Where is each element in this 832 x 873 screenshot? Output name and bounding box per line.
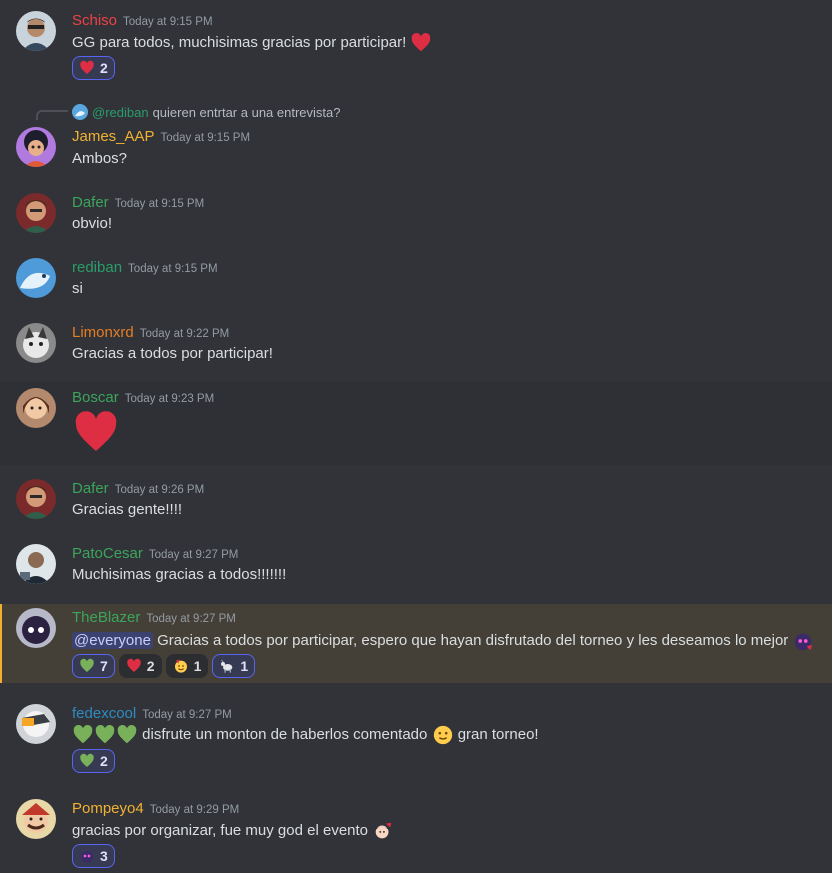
- username[interactable]: Limonxrd: [72, 324, 134, 341]
- message-text: GG para todos, muchisimas gracias por pa…: [72, 33, 407, 51]
- message-content: GG para todos, muchisimas gracias por pa…: [72, 32, 432, 54]
- timestamp: Today at 9:15 PM: [128, 263, 218, 275]
- message-item: Schiso Today at 9:15 PM GG para todos, mu…: [0, 0, 832, 90]
- message-item: Pompeyo4 Today at 9:29 PM gracias por org…: [0, 792, 832, 873]
- message-text: Gracias a todos por participar!: [72, 345, 273, 362]
- reply-avatar: [72, 104, 88, 120]
- message-content: @everyone Gracias a todos por participar…: [72, 630, 814, 652]
- username[interactable]: James_AAP: [72, 128, 155, 145]
- message-content: disfrute un monton de haberlos comentado…: [72, 724, 539, 746]
- timestamp: Today at 9:27 PM: [146, 613, 236, 625]
- reaction-goat[interactable]: 1: [212, 654, 256, 678]
- reply-text: quieren entrtar a una entrevista?: [152, 104, 341, 120]
- avatar[interactable]: [16, 11, 56, 51]
- avatar[interactable]: [16, 258, 56, 298]
- username[interactable]: Dafer: [72, 194, 109, 211]
- timestamp: Today at 9:27 PM: [148, 549, 239, 561]
- message-item-mention: TheBlazer Today at 9:27 PM @everyone Grac…: [0, 604, 832, 683]
- green-heart-icon: [117, 725, 137, 744]
- message-item: PatoCesar Today at 9:27 PM Muchisimas gra…: [0, 537, 832, 599]
- reaction-count: 2: [146, 658, 155, 674]
- red-heart-icon: [127, 658, 141, 672]
- message-text: gran torneo!: [457, 725, 539, 743]
- message-content: gracias por organizar, fue muy god el ev…: [72, 820, 394, 842]
- reaction-heart[interactable]: 2: [118, 654, 162, 678]
- reply-username[interactable]: @rediban: [92, 105, 149, 120]
- username[interactable]: Boscar: [72, 389, 119, 406]
- red-heart-icon: [80, 60, 94, 74]
- reaction-count: 1: [193, 658, 202, 674]
- timestamp: Today at 9:15 PM: [160, 132, 251, 144]
- purple-creature-emoji-icon: [81, 850, 93, 863]
- slight-smile-icon: [433, 725, 452, 745]
- reply-reference[interactable]: @rediban quieren entrtar a una entrevist…: [72, 104, 340, 120]
- message-item: rediban Today at 9:15 PM si: [0, 251, 832, 311]
- message-item: Limonxrd Today at 9:22 PM Gracias a todos…: [0, 316, 832, 381]
- message-text: obvio!: [72, 215, 113, 232]
- message-text: si: [72, 280, 83, 297]
- reaction-heart[interactable]: 2: [72, 56, 115, 80]
- reaction-purple-creature[interactable]: 3: [72, 844, 115, 868]
- message-text: disfrute un monton de haberlos comentado: [142, 725, 428, 743]
- avatar[interactable]: [16, 479, 56, 519]
- message-content: [72, 409, 120, 461]
- avatar[interactable]: [16, 127, 56, 167]
- message-text: Gracias a todos por participar, espero q…: [157, 631, 789, 649]
- reaction-party-face[interactable]: 1: [165, 654, 209, 678]
- reaction-count: 1: [240, 658, 249, 674]
- username[interactable]: PatoCesar: [72, 545, 143, 562]
- message-item: Dafer Today at 9:15 PM obvio!: [0, 186, 832, 246]
- timestamp: Today at 9:15 PM: [123, 16, 213, 28]
- avatar[interactable]: [16, 544, 56, 584]
- party-face-icon: [174, 659, 187, 673]
- big-red-heart-icon: [75, 411, 117, 451]
- avatar[interactable]: [16, 608, 56, 648]
- red-heart-icon: [412, 33, 431, 52]
- reply-connector: [36, 110, 68, 120]
- purple-creature-emoji-icon: [795, 633, 813, 651]
- message-item: Dafer Today at 9:26 PM Gracias gente!!!!: [0, 472, 832, 532]
- green-heart-icon: [95, 725, 115, 744]
- avatar[interactable]: [16, 323, 56, 363]
- username[interactable]: rediban: [72, 259, 122, 276]
- anime-girl-emoji-icon: [374, 822, 392, 839]
- reaction-green-heart[interactable]: 7: [72, 654, 115, 678]
- goat-icon: [221, 659, 233, 673]
- timestamp: Today at 9:29 PM: [149, 804, 240, 816]
- timestamp: Today at 9:22 PM: [139, 328, 230, 340]
- username[interactable]: Pompeyo4: [72, 800, 144, 817]
- message-item: Boscar Today at 9:23 PM: [0, 381, 832, 465]
- avatar[interactable]: [16, 799, 56, 839]
- username[interactable]: Dafer: [72, 480, 109, 497]
- timestamp: Today at 9:26 PM: [114, 484, 205, 496]
- username[interactable]: TheBlazer: [72, 609, 140, 626]
- username[interactable]: Schiso: [72, 12, 117, 29]
- avatar[interactable]: [16, 388, 56, 428]
- message-text: Gracias gente!!!!: [72, 501, 183, 518]
- message-item: @rediban quieren entrtar a una entrevist…: [0, 100, 832, 180]
- timestamp: Today at 9:23 PM: [124, 393, 215, 405]
- reaction-count: 2: [100, 60, 108, 76]
- avatar[interactable]: [16, 193, 56, 233]
- reaction-count: 3: [100, 848, 108, 864]
- reaction-count: 2: [100, 753, 108, 769]
- avatar[interactable]: [16, 704, 56, 744]
- timestamp: Today at 9:27 PM: [142, 709, 232, 721]
- message-text: Ambos?: [72, 150, 128, 167]
- message-item: fedexcool Today at 9:27 PM disfrute un mo…: [0, 697, 832, 781]
- reaction-green-heart[interactable]: 2: [72, 749, 115, 773]
- message-text: Muchisimas gracias a todos!!!!!!!: [72, 566, 287, 583]
- message-text: gracias por organizar, fue muy god el ev…: [72, 821, 369, 839]
- green-heart-icon: [73, 725, 93, 744]
- timestamp: Today at 9:15 PM: [114, 198, 205, 210]
- username[interactable]: fedexcool: [72, 705, 136, 722]
- green-heart-icon: [80, 753, 94, 767]
- reaction-count: 7: [100, 658, 108, 674]
- everyone-mention[interactable]: @everyone: [72, 631, 153, 649]
- green-heart-icon: [80, 658, 94, 672]
